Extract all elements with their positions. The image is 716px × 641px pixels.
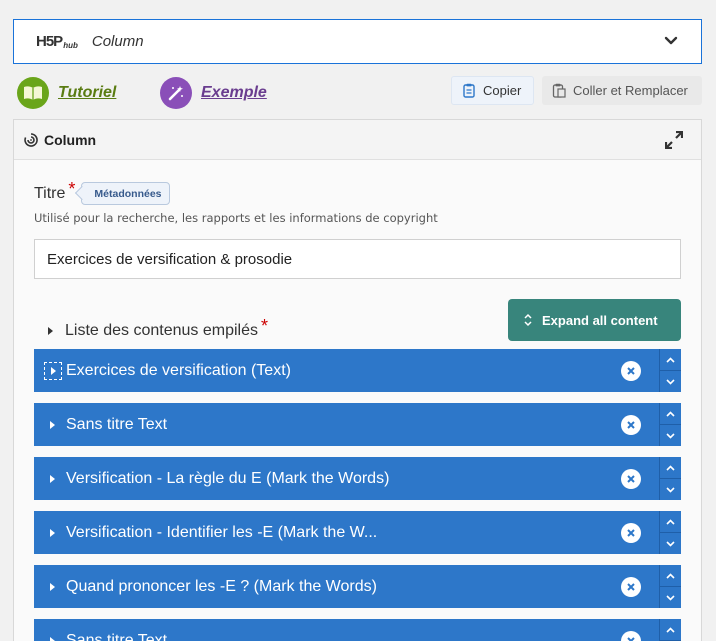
title-field-description: Utilisé pour la recherche, les rapports … — [34, 211, 438, 225]
chevron-down-icon[interactable] — [663, 33, 679, 49]
move-up-icon[interactable] — [660, 619, 681, 640]
expand-item-icon[interactable] — [50, 420, 55, 429]
title-input[interactable]: Exercices de versification & prosodie — [34, 239, 681, 279]
remove-icon[interactable] — [621, 361, 641, 381]
list-item[interactable]: Versification - La règle du E (Mark the … — [34, 457, 681, 500]
expand-item-icon[interactable] — [50, 474, 55, 483]
content-list-toggle[interactable]: Liste des contenus empilés * — [48, 316, 268, 341]
title-field-label: Titre * Métadonnées — [34, 179, 170, 205]
clipboard-icon — [463, 83, 475, 98]
item-order-controls — [659, 457, 681, 500]
hub-content-type: Column — [91, 33, 144, 50]
move-up-icon[interactable] — [660, 511, 681, 532]
move-up-icon[interactable] — [660, 565, 681, 586]
required-mark: * — [68, 179, 76, 199]
move-up-icon[interactable] — [660, 349, 681, 370]
fullscreen-icon[interactable] — [665, 131, 683, 149]
panel-header: Column — [14, 120, 701, 160]
move-down-icon[interactable] — [660, 532, 681, 554]
required-mark: * — [261, 316, 269, 336]
expand-all-button[interactable]: Expand all content — [508, 299, 681, 341]
h5p-hub-logo: H5P hub — [36, 33, 78, 50]
column-icon — [24, 132, 38, 147]
move-down-icon[interactable] — [660, 478, 681, 500]
hub-selector[interactable]: H5P hub Column — [13, 19, 702, 64]
list-item[interactable]: Versification - Identifier les -E (Mark … — [34, 511, 681, 554]
expand-item-icon[interactable] — [44, 361, 62, 380]
expand-item-icon[interactable] — [50, 582, 55, 591]
remove-icon[interactable] — [621, 415, 641, 435]
column-editor-panel: Column Titre * Métadonnées Utilisé pour … — [13, 119, 702, 641]
item-order-controls — [659, 619, 681, 641]
list-item[interactable]: Quand prononcer les -E ? (Mark the Words… — [34, 565, 681, 608]
content-list: Exercices de versification (Text) Sans t… — [34, 349, 681, 641]
sort-icon — [524, 313, 532, 327]
move-up-icon[interactable] — [660, 403, 681, 424]
remove-icon[interactable] — [621, 523, 641, 543]
remove-icon[interactable] — [621, 577, 641, 597]
item-order-controls — [659, 349, 681, 392]
paste-icon — [552, 83, 566, 98]
move-down-icon[interactable] — [660, 424, 681, 446]
item-order-controls — [659, 511, 681, 554]
example-link[interactable]: Exemple — [160, 77, 267, 109]
move-up-icon[interactable] — [660, 457, 681, 478]
expand-item-icon[interactable] — [50, 636, 55, 641]
item-order-controls — [659, 403, 681, 446]
caret-right-icon — [48, 326, 53, 335]
metadata-button[interactable]: Métadonnées — [81, 182, 170, 205]
remove-icon[interactable] — [621, 469, 641, 489]
magic-wand-icon — [160, 77, 192, 109]
list-item[interactable]: Exercices de versification (Text) — [34, 349, 681, 392]
paste-replace-button[interactable]: Coller et Remplacer — [542, 76, 702, 105]
move-down-icon[interactable] — [660, 370, 681, 392]
remove-icon[interactable] — [621, 631, 641, 641]
copy-button[interactable]: Copier — [451, 76, 534, 105]
list-item[interactable]: Sans titre Text — [34, 403, 681, 446]
expand-item-icon[interactable] — [50, 528, 55, 537]
panel-title: Column — [44, 131, 97, 148]
item-order-controls — [659, 565, 681, 608]
book-icon — [17, 77, 49, 109]
tutorial-link[interactable]: Tutoriel — [17, 77, 116, 109]
move-down-icon[interactable] — [660, 586, 681, 608]
list-item[interactable]: Sans titre Text — [34, 619, 681, 641]
